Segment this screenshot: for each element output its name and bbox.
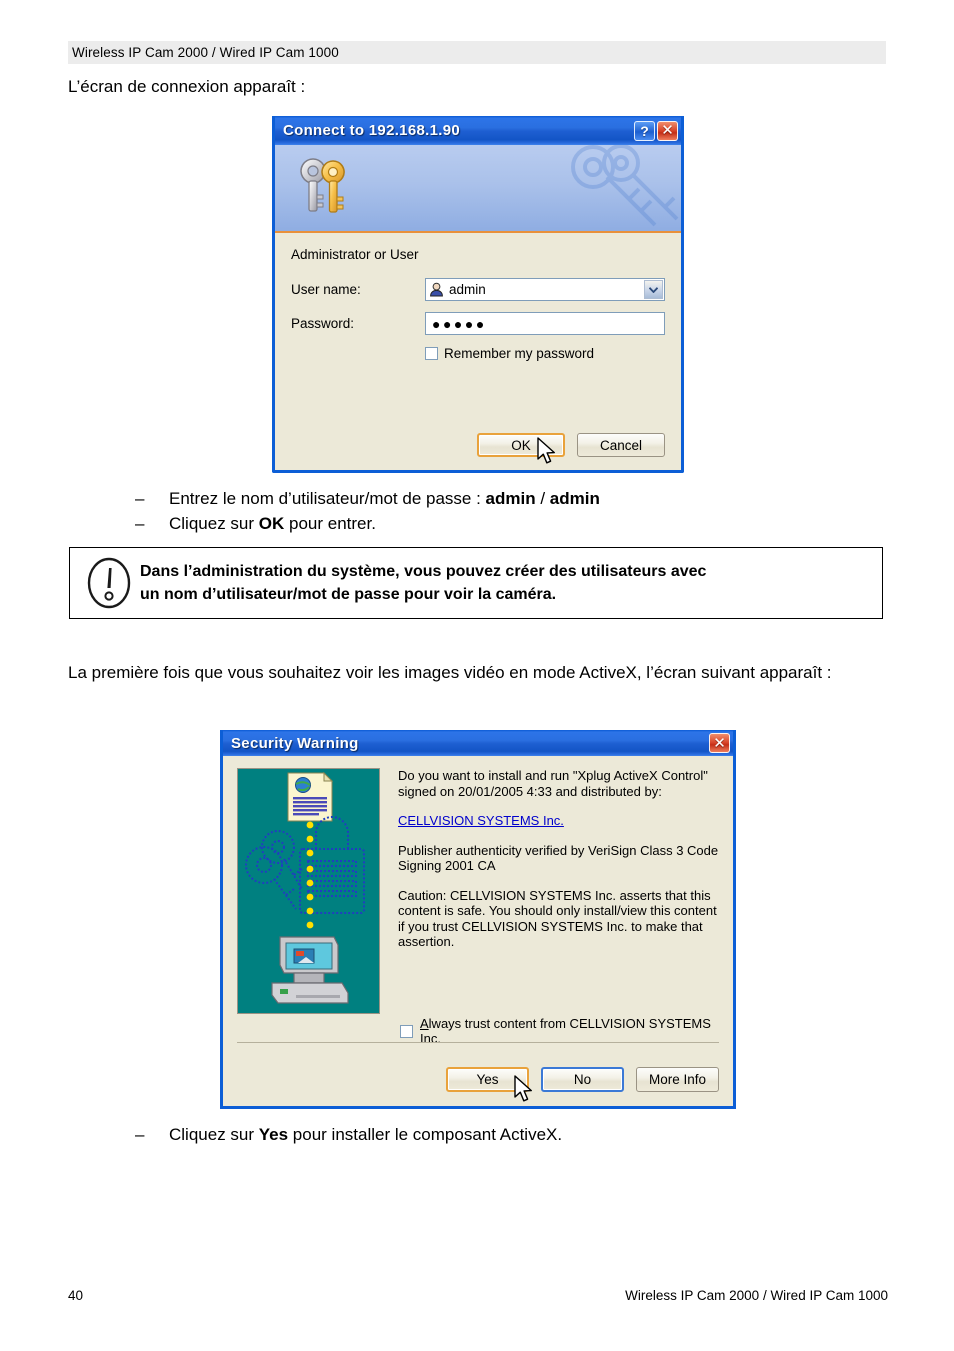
- no-button[interactable]: No: [541, 1067, 624, 1092]
- cancel-button-label: Cancel: [599, 437, 643, 453]
- intro-paragraph-login: L’écran de connexion apparaît :: [68, 77, 306, 96]
- login-bullet-list: – Entrez le nom d’utilisateur/mot de pas…: [135, 486, 600, 536]
- username-value: admin: [449, 282, 486, 297]
- remember-password-row[interactable]: Remember my password: [425, 346, 665, 361]
- username-row: User name: admin: [291, 278, 665, 301]
- bullet-text: Cliquez sur OK pour entrer.: [169, 514, 376, 533]
- security-dialog-text: Do you want to install and run "Xplug Ac…: [380, 768, 719, 1014]
- page-header-band: Wireless IP Cam 2000 / Wired IP Cam 1000: [68, 41, 886, 64]
- note-box: Dans l’administration du système, vous p…: [69, 547, 883, 619]
- password-input[interactable]: ●●●●●: [425, 312, 665, 335]
- ok-button-label: OK: [511, 437, 531, 453]
- connect-dialog-body: Administrator or User User name: admin P…: [275, 233, 681, 471]
- bullet-text: Entrez le nom d’utilisateur/mot de passe…: [169, 489, 600, 508]
- close-icon[interactable]: ✕: [709, 733, 730, 753]
- more-info-button-label: More Info: [648, 1072, 707, 1087]
- note-text: Dans l’administration du système, vous p…: [140, 560, 720, 606]
- chevron-down-icon[interactable]: [644, 280, 663, 299]
- more-info-button[interactable]: More Info: [636, 1067, 719, 1092]
- connect-dialog-title: Connect to 192.168.1.90: [283, 122, 460, 139]
- yes-button[interactable]: Yes: [446, 1067, 529, 1092]
- security-warning-dialog[interactable]: Security Warning ✕ Do you want to instal…: [220, 730, 736, 1109]
- password-label: Password:: [291, 316, 355, 331]
- connect-dialog-banner: [275, 145, 681, 233]
- always-trust-checkbox[interactable]: [400, 1024, 413, 1038]
- security-dialog-buttons: Yes No More Info: [446, 1067, 719, 1092]
- username-input[interactable]: admin: [425, 278, 665, 301]
- keys-watermark-icon: [537, 145, 681, 231]
- user-icon: [429, 282, 444, 297]
- help-glyph: ?: [640, 122, 649, 139]
- intro-paragraph-activex: La première fois que vous souhaitez voir…: [68, 663, 832, 682]
- remember-password-checkbox[interactable]: [425, 347, 438, 360]
- remember-password-label: Remember my password: [444, 346, 595, 361]
- username-label: User name:: [291, 282, 361, 297]
- authenticity-text: Publisher authenticity verified by VeriS…: [398, 842, 719, 874]
- install-question: Do you want to install and run "Xplug Ac…: [398, 768, 708, 799]
- page-header-text: Wireless IP Cam 2000 / Wired IP Cam 1000: [72, 45, 339, 60]
- note-line-1: Dans l’administration du système, vous p…: [140, 563, 707, 580]
- security-dialog-titlebar[interactable]: Security Warning ✕: [223, 730, 733, 756]
- bullet-dash: –: [135, 489, 145, 508]
- close-icon[interactable]: ✕: [657, 120, 678, 141]
- bullet-dash: –: [135, 514, 145, 533]
- ok-button[interactable]: OK: [477, 433, 565, 457]
- security-dialog-titlebar-buttons: ✕: [709, 733, 730, 753]
- always-trust-accelerator: A: [420, 1016, 429, 1031]
- page-footer: 40 Wireless IP Cam 2000 / Wired IP Cam 1…: [68, 1288, 888, 1303]
- publisher-link[interactable]: CELLVISION SYSTEMS Inc.: [398, 813, 564, 829]
- list-item: – Entrez le nom d’utilisateur/mot de pas…: [135, 486, 600, 511]
- caution-text: Caution: CELLVISION SYSTEMS Inc. asserts…: [398, 887, 717, 950]
- connect-to-dialog[interactable]: Connect to 192.168.1.90 ? ✕ Administrato…: [272, 116, 684, 473]
- exclamation-oval-icon: [70, 556, 140, 610]
- yes-button-label: Yes: [476, 1072, 499, 1087]
- help-icon[interactable]: ?: [634, 120, 655, 141]
- connect-dialog-buttons: OK Cancel: [477, 433, 665, 457]
- connect-dialog-titlebar-buttons: ? ✕: [634, 120, 678, 141]
- note-line-2: un nom d’utilisateur/mot de passe pour v…: [140, 586, 557, 603]
- close-glyph: ✕: [713, 733, 726, 752]
- bullet-text: Cliquez sur Yes pour installer le compos…: [169, 1125, 563, 1144]
- cancel-button[interactable]: Cancel: [577, 433, 665, 457]
- password-masked-value: ●●●●●: [432, 315, 487, 332]
- security-dialog-title: Security Warning: [231, 734, 359, 752]
- divider: [237, 1042, 719, 1043]
- keys-icon: [293, 153, 359, 224]
- footer-page-number: 40: [68, 1288, 84, 1303]
- realm-caption: Administrator or User: [291, 247, 419, 262]
- connect-dialog-titlebar[interactable]: Connect to 192.168.1.90 ? ✕: [275, 116, 681, 145]
- password-row: Password: ●●●●●: [291, 312, 665, 335]
- security-dialog-body: Do you want to install and run "Xplug Ac…: [223, 756, 733, 1014]
- footer-title: Wireless IP Cam 2000 / Wired IP Cam 1000: [625, 1288, 888, 1303]
- close-glyph: ✕: [661, 121, 674, 139]
- list-item: – Cliquez sur Yes pour installer le comp…: [135, 1122, 562, 1147]
- no-button-label: No: [573, 1072, 592, 1087]
- activex-bullet-list: – Cliquez sur Yes pour installer le comp…: [135, 1122, 562, 1147]
- signed-content-lock-illustration: [237, 768, 380, 1014]
- bullet-dash: –: [135, 1125, 145, 1144]
- list-item: – Cliquez sur OK pour entrer.: [135, 511, 600, 536]
